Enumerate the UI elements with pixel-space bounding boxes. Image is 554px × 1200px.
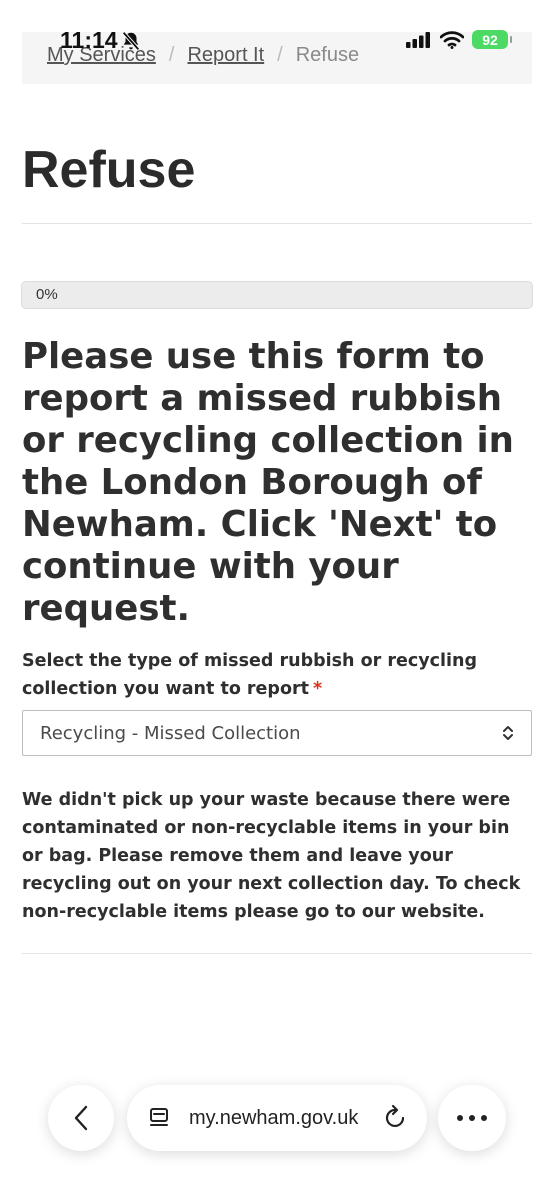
more-options-button[interactable] [438, 1085, 506, 1151]
chevron-left-icon [74, 1105, 88, 1131]
contamination-info: We didn't pick up your waste because the… [22, 790, 521, 922]
page: My Services / Report It / Refuse 11:14 92 Re… [0, 0, 554, 1200]
form-divider [22, 953, 532, 954]
title-divider [22, 223, 532, 224]
collection-type-label: Select the type of missed rubbish or rec… [22, 647, 532, 703]
page-menu-icon [150, 1108, 168, 1126]
breadcrumb-separator: / [277, 44, 283, 66]
cellular-signal-icon [406, 31, 430, 48]
breadcrumb-separator: / [168, 44, 175, 66]
address-bar[interactable]: my.newham.gov.uk [127, 1085, 427, 1151]
reload-icon[interactable] [383, 1104, 409, 1132]
page-title: Refuse [22, 141, 196, 199]
collection-type-selected-value: Recycling - Missed Collection [40, 722, 301, 744]
bell-slash-icon [121, 31, 140, 50]
url-text: my.newham.gov.uk [189, 1106, 359, 1129]
collection-type-label-text: Select the type of missed rubbish or rec… [22, 651, 477, 699]
breadcrumb-link-report-it[interactable]: Report It [187, 44, 264, 66]
breadcrumb-current: Refuse [295, 44, 360, 66]
progress-label: 0% [36, 286, 58, 303]
required-marker: * [312, 679, 323, 699]
battery-icon: 92 [472, 30, 512, 49]
battery-level: 92 [482, 31, 498, 48]
more-dots-icon [457, 1115, 487, 1121]
status-time-text: 11:14 [60, 27, 118, 53]
collection-type-select[interactable]: Recycling - Missed Collection [22, 710, 532, 756]
status-time: 11:14 [60, 27, 142, 54]
back-button[interactable] [48, 1085, 114, 1151]
progress-bar: 0% [21, 281, 533, 309]
chevron-up-down-icon [503, 726, 513, 740]
form-intro: Please use this form to report a missed … [22, 336, 514, 629]
wifi-icon [440, 30, 464, 49]
status-indicators: 92 [406, 30, 512, 49]
